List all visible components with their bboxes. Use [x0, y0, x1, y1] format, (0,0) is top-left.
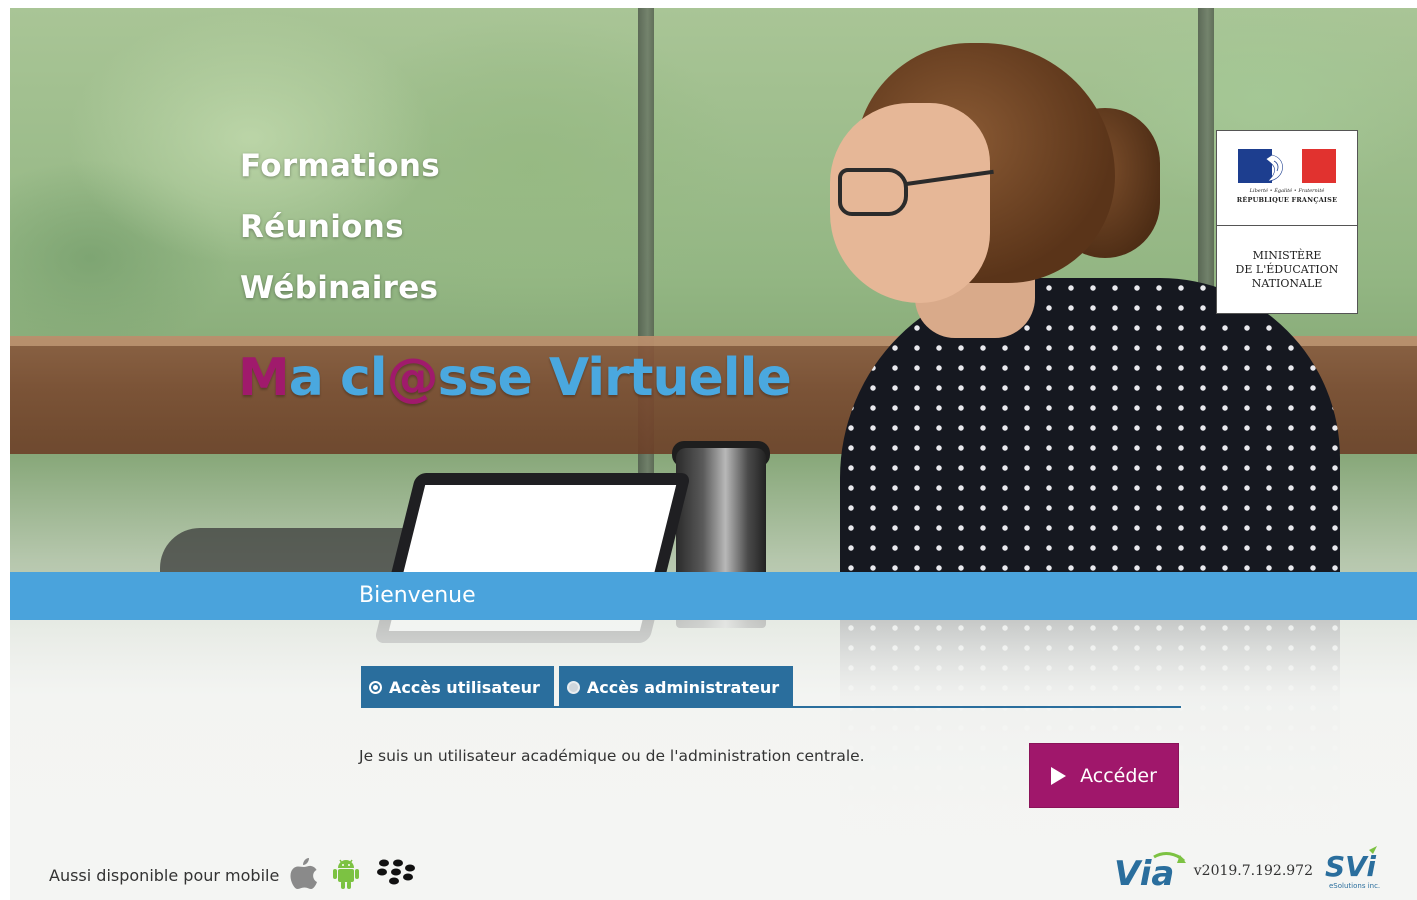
tab-label: Accès administrateur: [586, 677, 780, 697]
svi-text: SVi: [1325, 850, 1376, 883]
brand-part: M: [238, 348, 290, 408]
tagline-reunions: Réunions: [240, 209, 404, 245]
ministry-line: DE L'ÉDUCATION: [1235, 263, 1339, 276]
mobile-availability: Aussi disponible pour mobile: [49, 856, 431, 894]
via-text: Via: [1114, 854, 1174, 889]
vendor-info: Via v2019.7.192.972 SVi eSolutions inc.: [1112, 846, 1387, 896]
svi-logo: SVi eSolutions inc.: [1323, 846, 1387, 896]
apple-icon[interactable]: [289, 856, 319, 894]
ministry-logo: Liberté • Égalité • Fraternité RÉPUBLIQU…: [1216, 130, 1358, 314]
french-flag-icon: [1238, 149, 1336, 183]
ministry-line: MINISTÈRE: [1252, 249, 1322, 262]
radio-unselected-icon[interactable]: [566, 680, 580, 694]
welcome-bar: Bienvenue: [10, 572, 1417, 620]
background-photo: [10, 8, 1417, 900]
glasses: [838, 168, 908, 216]
brand-at: @: [386, 348, 439, 408]
brand-part: sse Virtuelle: [437, 348, 792, 408]
motto-text: Liberté • Égalité • Fraternité: [1249, 188, 1325, 194]
mobile-text: Aussi disponible pour mobile: [49, 865, 280, 885]
tab-admin-access[interactable]: Accès administrateur: [558, 666, 794, 708]
tab-label: Accès utilisateur: [389, 677, 540, 697]
brand-logo: Ma cl@sse Virtuelle: [238, 348, 792, 408]
version-text: v2019.7.192.972: [1193, 863, 1313, 879]
republique-text: RÉPUBLIQUE FRANÇAISE: [1236, 196, 1338, 204]
via-logo: Via: [1112, 849, 1188, 894]
tab-user-access[interactable]: Accès utilisateur: [361, 666, 554, 708]
tagline-formations: Formations: [240, 148, 440, 184]
radio-selected-icon[interactable]: [369, 680, 382, 694]
login-page: Formations Réunions Wébinaires Ma cl@sse…: [10, 8, 1417, 900]
access-tabs: Accès utilisateur Accès administrateur: [361, 666, 798, 708]
ministry-line: NATIONALE: [1251, 277, 1323, 290]
blackberry-icon[interactable]: [373, 856, 419, 894]
play-icon: [1051, 766, 1067, 785]
access-description: Je suis un utilisateur académique ou de …: [359, 747, 865, 765]
tab-underline: [361, 706, 1181, 708]
republique-marianne: Liberté • Égalité • Fraternité RÉPUBLIQU…: [1217, 131, 1357, 226]
ministry-name: MINISTÈRE DE L'ÉDUCATION NATIONALE: [1217, 226, 1357, 314]
brand-part: a cl: [288, 348, 388, 408]
tagline-webinaires: Wébinaires: [240, 270, 439, 306]
svi-subtext: eSolutions inc.: [1329, 882, 1380, 890]
taglines: Formations Réunions Wébinaires: [240, 136, 440, 319]
android-icon[interactable]: [331, 856, 361, 894]
access-button-label: Accéder: [1080, 764, 1157, 787]
access-button[interactable]: Accéder: [1029, 743, 1179, 808]
welcome-title: Bienvenue: [359, 583, 476, 608]
